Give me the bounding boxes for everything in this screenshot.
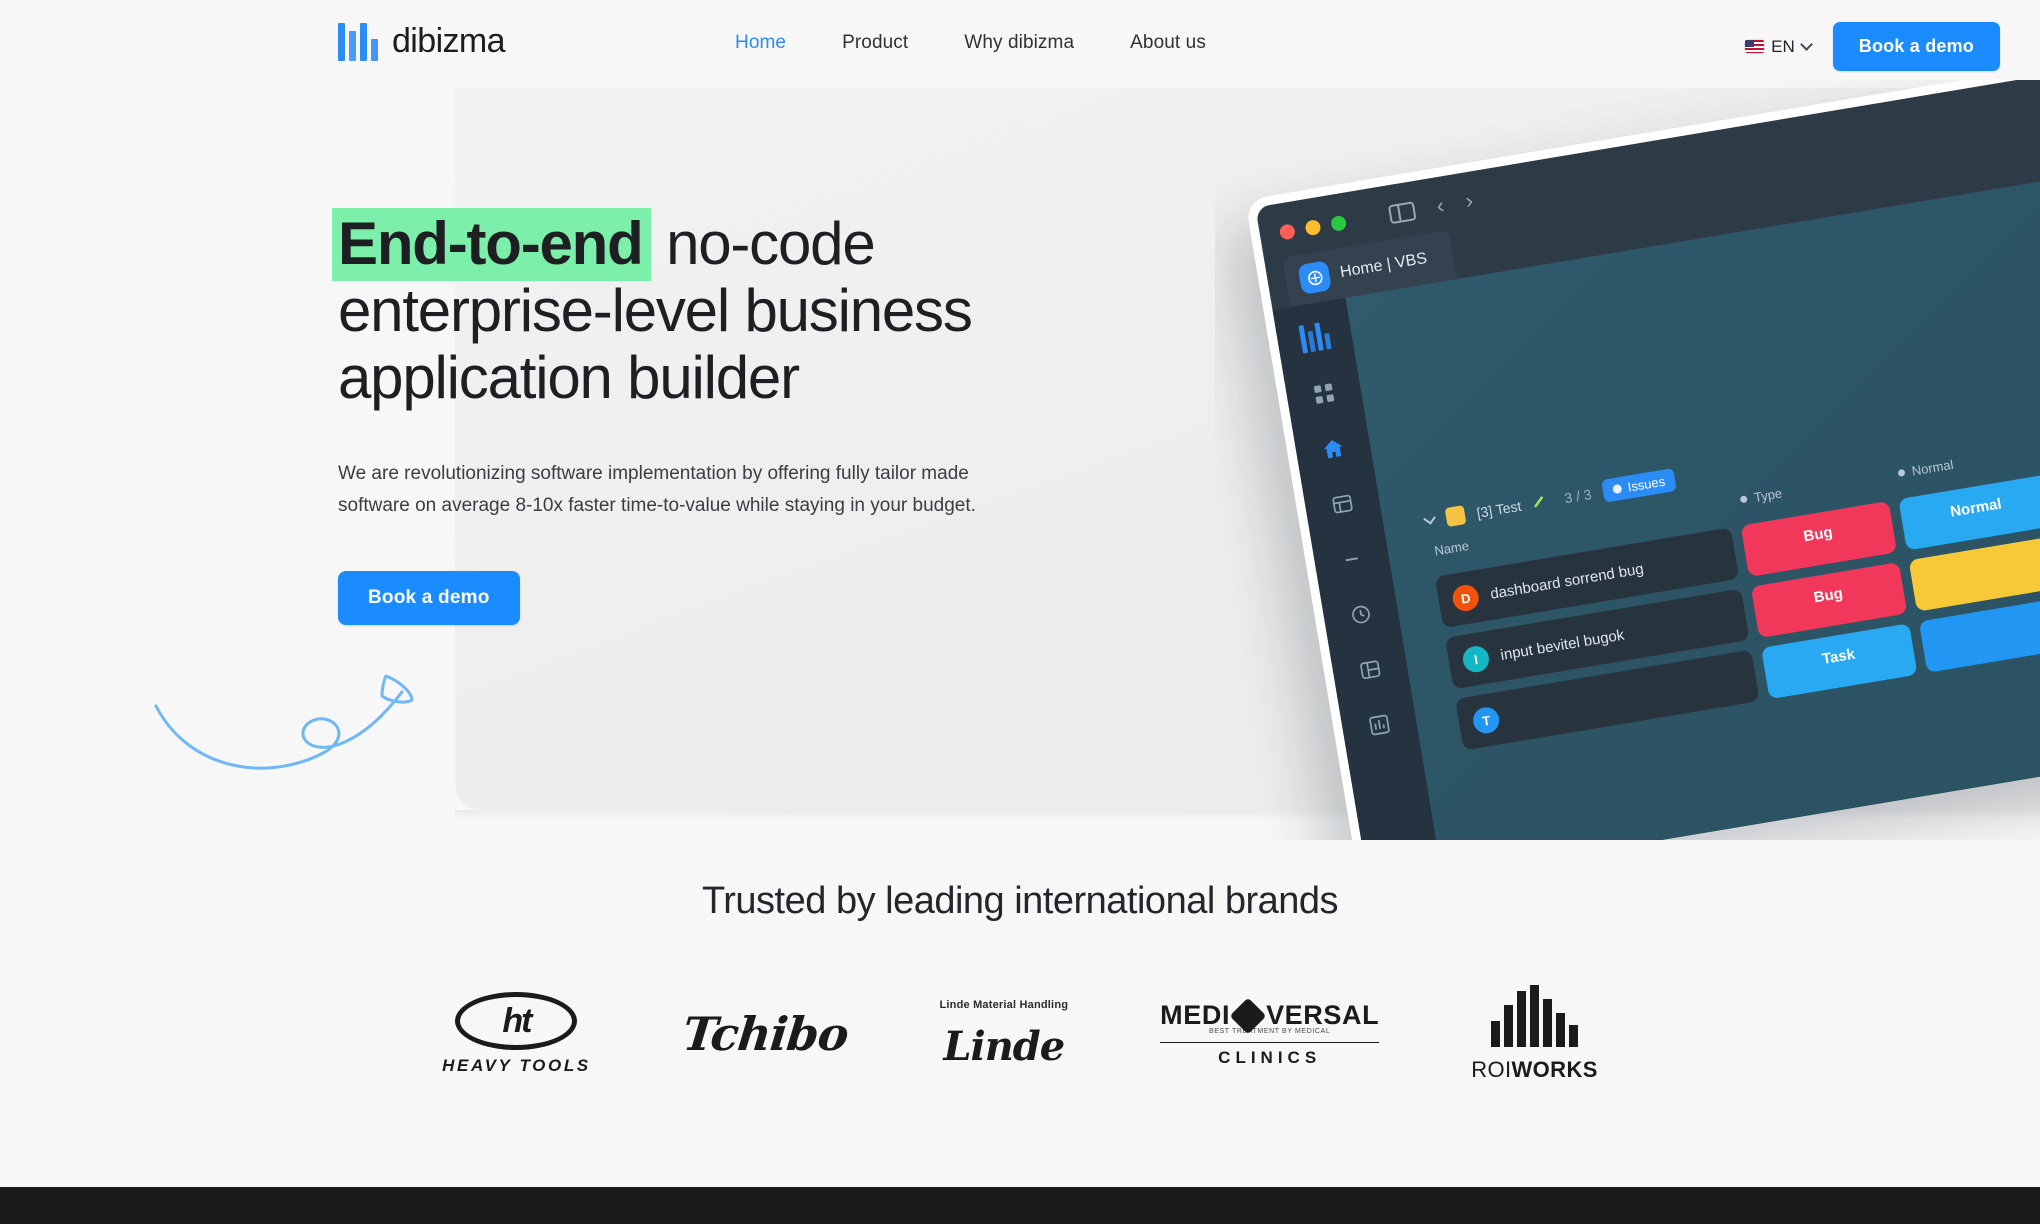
home-icon[interactable] <box>1318 434 1348 464</box>
hero-copy: End-to-end no-code enterprise-level busi… <box>332 208 1098 625</box>
heavy-tools-monogram-icon: ht <box>455 992 578 1050</box>
language-code: EN <box>1771 36 1795 56</box>
trusted-by-title: Trusted by leading international brands <box>701 880 1339 922</box>
layout-icon[interactable] <box>1355 655 1385 685</box>
site-header: dibizma Home Product Why dibizma About u… <box>0 0 2040 96</box>
table-icon[interactable] <box>1328 489 1358 519</box>
logo-tchibo: Tchibo <box>679 1007 851 1061</box>
roiworks-wordmark: ROIWORKS <box>1471 1057 1598 1083</box>
zoom-window-icon[interactable] <box>1329 214 1348 232</box>
close-window-icon[interactable] <box>1278 222 1296 241</box>
forward-arrow-icon[interactable]: › <box>1463 188 1474 214</box>
product-screenshot-mockup: ‹ › app.va Home | VBS <box>1215 80 2040 840</box>
mediversal-subtitle: CLINICS <box>1218 1048 1322 1067</box>
curved-arrow-doodle-icon <box>154 674 414 770</box>
logo-heavy-tools: ht HEAVY TOOLS <box>442 992 591 1076</box>
landing-page: dibizma Home Product Why dibizma About u… <box>0 0 2040 1224</box>
sidebar-toggle-icon[interactable] <box>1387 200 1417 224</box>
mediversal-wordmark: MEDI VERSAL <box>1160 997 1380 1034</box>
roiworks-part-roi: ROI <box>1471 1057 1512 1082</box>
row-name: input bevitel bugok <box>1499 626 1626 664</box>
chevron-down-icon[interactable] <box>1423 511 1436 525</box>
type-dot-icon <box>1739 495 1748 504</box>
priority-badge: Normal <box>1898 474 2040 551</box>
status-badge: Task <box>1761 623 1918 700</box>
logo-roiworks: ROIWORKS <box>1471 985 1598 1083</box>
row-name: dashboard sorrend bug <box>1488 559 1645 603</box>
language-selector[interactable]: EN <box>1745 36 1813 57</box>
browser-window: ‹ › app.va Home | VBS <box>1255 80 2040 840</box>
brand-logo[interactable]: dibizma <box>338 22 506 61</box>
mediversal-part-medi: MEDI <box>1160 1000 1231 1030</box>
hero-paragraph: We are revolutionizing software implemen… <box>338 462 976 517</box>
hero-book-demo-button[interactable]: Book a demo <box>338 570 520 625</box>
browser-tab-title: Home | VBS <box>1338 249 1429 282</box>
avatar: D <box>1450 583 1481 613</box>
avatar: I <box>1460 644 1491 675</box>
logo-linde: Linde Material Handling Linde <box>939 999 1068 1070</box>
traffic-lights <box>1278 214 1348 241</box>
linde-tagline: Linde Material Handling <box>939 998 1069 1011</box>
laptop-frame: ‹ › app.va Home | VBS <box>1245 80 2040 840</box>
yellow-tag-icon <box>1444 505 1467 528</box>
avatar: T <box>1471 705 1502 736</box>
nav-item-home[interactable]: Home <box>735 32 786 54</box>
priority-dot-icon <box>1897 468 1906 477</box>
minus-icon <box>1337 544 1367 574</box>
trusted-by-section: Trusted by leading international brands … <box>0 880 2040 1083</box>
minimize-window-icon[interactable] <box>1304 218 1322 236</box>
group-label: [3] Test <box>1475 497 1523 521</box>
priority-badge <box>1908 535 2040 612</box>
nav-item-about-us[interactable]: About us <box>1130 32 1206 54</box>
linde-wordmark: Linde <box>943 1022 1065 1070</box>
logo-mediversal: MEDI VERSAL BEST TREATMENT BY MEDICAL CL… <box>1160 997 1380 1068</box>
tchibo-wordmark: Tchibo <box>679 1007 851 1061</box>
chevron-down-icon <box>1799 38 1813 51</box>
issues-chip-label: Issues <box>1626 473 1667 495</box>
issues-chip-dot-icon <box>1612 483 1623 495</box>
dibizma-app-icon <box>1297 260 1333 295</box>
headline-highlight: End-to-end <box>332 208 651 281</box>
dibizma-bars-logo-icon <box>338 22 378 61</box>
mediversal-part-versal: VERSAL <box>1266 1000 1380 1030</box>
roiworks-part-works: WORKS <box>1511 1057 1598 1082</box>
header-actions: EN Book a demo <box>1745 22 2000 71</box>
main-nav: Home Product Why dibizma About us <box>735 32 1206 54</box>
issues-chip[interactable]: Issues <box>1601 468 1677 503</box>
hero-cta-wrap: Book a demo <box>338 570 1098 625</box>
pencil-icon[interactable] <box>1531 492 1548 511</box>
group-count: 3 / 3 <box>1563 485 1593 506</box>
browser-toolbar-icons: ‹ › <box>1387 188 1475 226</box>
nav-item-product[interactable]: Product <box>842 32 908 54</box>
us-flag-icon <box>1745 40 1765 53</box>
next-section-strip <box>0 1187 2040 1224</box>
back-arrow-icon[interactable]: ‹ <box>1435 192 1446 218</box>
header-book-demo-button[interactable]: Book a demo <box>1832 22 2000 71</box>
roiworks-bars-icon <box>1491 985 1578 1047</box>
page-title: End-to-end no-code enterprise-level busi… <box>332 208 1098 412</box>
dibizma-bars-icon <box>1298 321 1332 354</box>
issues-board: [3] Test 3 / 3 Issues Name Type Normal D… <box>1423 337 2040 840</box>
nav-item-why-dibizma[interactable]: Why dibizma <box>964 32 1074 54</box>
grid-icon[interactable] <box>1309 379 1339 409</box>
report-icon[interactable] <box>1365 710 1395 740</box>
brand-name: dibizma <box>392 22 506 60</box>
clock-icon[interactable] <box>1346 600 1376 630</box>
mediversal-tiny-text: BEST TREATMENT BY MEDICAL <box>1209 1028 1331 1035</box>
brand-logo-row: ht HEAVY TOOLS Tchibo Linde Material Han… <box>0 985 2040 1083</box>
divider <box>1160 1042 1380 1043</box>
heavy-tools-wordmark: HEAVY TOOLS <box>442 1056 591 1075</box>
